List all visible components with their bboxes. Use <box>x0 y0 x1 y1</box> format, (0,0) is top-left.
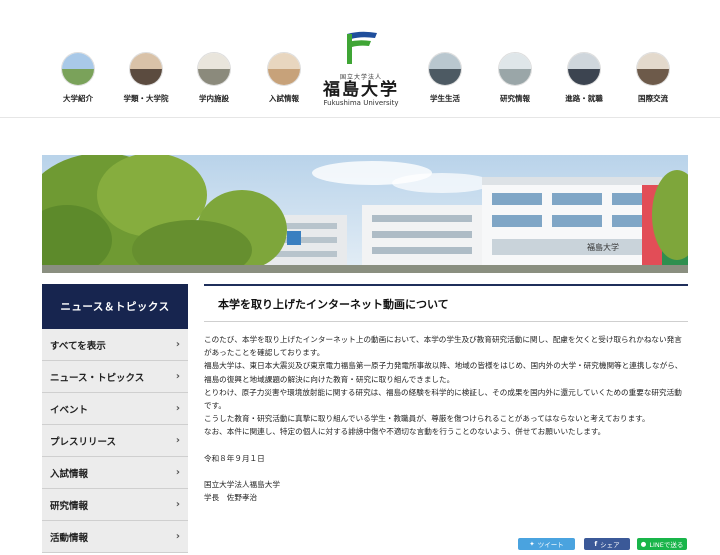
facebook-share-label: シェア <box>600 541 620 549</box>
chevron-right-icon: › <box>175 531 180 542</box>
site-header: 大学紹介 学類・大学院 学内施設 入試情報 国立大学法人 福島大学 Fukush… <box>0 0 720 118</box>
nav-label: 研究情報 <box>500 94 530 103</box>
logo-title: 福島大学 <box>323 80 399 100</box>
hero-campus-image: 福島大学 <box>42 155 688 273</box>
chevron-right-icon: › <box>175 467 180 478</box>
nav-item-facilities[interactable]: 学内施設 <box>176 52 252 104</box>
chevron-right-icon: › <box>175 435 180 446</box>
nav-label: 大学紹介 <box>63 94 93 103</box>
nav-item-about[interactable]: 大学紹介 <box>40 52 116 104</box>
sidebar-item-activities[interactable]: 活動情報 › <box>42 521 188 553</box>
university-logo[interactable]: 国立大学法人 福島大学 Fukushima University <box>312 30 410 112</box>
student-life-photo-icon <box>428 52 462 86</box>
nav-label: 進路・就職 <box>565 94 603 103</box>
nav-label: 入試情報 <box>269 94 299 103</box>
signature-name: 学長 佐野孝治 <box>204 493 258 503</box>
article-paragraph: このたび、本学を取り上げたインターネット上の動画において、本学の学生及び教育研究… <box>204 335 682 358</box>
chevron-right-icon: › <box>175 371 180 382</box>
facebook-share-button[interactable]: f シェア <box>584 538 630 550</box>
hero-signage: 福島大学 <box>587 242 619 252</box>
article-body: このたび、本学を取り上げたインターネット上の動画において、本学の学生及び教育研究… <box>204 322 688 504</box>
nav-label: 学生生活 <box>430 94 460 103</box>
nav-label: 学類・大学院 <box>123 94 169 103</box>
sidebar-item-label: 活動情報 <box>50 532 89 544</box>
nav-item-faculties[interactable]: 学類・大学院 <box>108 52 184 104</box>
sidebar-item-label: 入試情報 <box>50 468 89 480</box>
sidebar: ニュース＆トピックス すべてを表示 › ニュース・トピックス › イベント › … <box>42 284 188 553</box>
article-paragraph: こうした教育・研究活動に真摯に取り組んでいる学生・教職員が、尊厳を傷つけられるこ… <box>204 414 650 424</box>
chevron-right-icon: › <box>175 339 180 350</box>
sidebar-item-label: プレスリリース <box>50 436 117 448</box>
sidebar-item-label: 研究情報 <box>50 500 89 512</box>
nav-item-research[interactable]: 研究情報 <box>477 52 553 104</box>
sidebar-item-label: すべてを表示 <box>50 340 106 352</box>
nav-item-admissions[interactable]: 入試情報 <box>246 52 322 104</box>
sidebar-item-label: イベント <box>50 404 89 416</box>
nav-item-career[interactable]: 進路・就職 <box>546 52 622 104</box>
sidebar-item-all[interactable]: すべてを表示 › <box>42 329 188 361</box>
article-title-bar: 本学を取り上げたインターネット動画について <box>204 284 688 322</box>
nav-item-international[interactable]: 国際交流 <box>615 52 691 104</box>
sidebar-item-label: ニュース・トピックス <box>50 372 145 384</box>
sidebar-title: ニュース＆トピックス <box>42 284 188 329</box>
career-photo-icon <box>567 52 601 86</box>
nav-label: 国際交流 <box>638 94 668 103</box>
logo-english: Fukushima University <box>323 99 399 107</box>
sidebar-item-press-release[interactable]: プレスリリース › <box>42 425 188 457</box>
international-photo-icon <box>636 52 670 86</box>
article: 本学を取り上げたインターネット動画について このたび、本学を取り上げたインターネ… <box>204 284 688 504</box>
article-paragraph: 福島大学は、東日本大震災及び東京電力福島第一原子力発電所事故以降、地域の皆様をは… <box>204 361 683 384</box>
sidebar-item-news-topics[interactable]: ニュース・トピックス › <box>42 361 188 393</box>
campus-photo-icon <box>61 52 95 86</box>
facebook-icon: f <box>594 540 598 548</box>
exam-photo-icon <box>267 52 301 86</box>
nav-label: 学内施設 <box>199 94 229 103</box>
tweet-button[interactable]: ✦ ツイート <box>518 538 575 550</box>
tweet-label: ツイート <box>537 541 564 549</box>
research-photo-icon <box>498 52 532 86</box>
line-icon: ● <box>640 540 647 548</box>
sidebar-item-research[interactable]: 研究情報 › <box>42 489 188 521</box>
twitter-bird-icon: ✦ <box>529 540 535 548</box>
chevron-right-icon: › <box>175 403 180 414</box>
students-photo-icon <box>129 52 163 86</box>
chevron-right-icon: › <box>175 499 180 510</box>
signature-organization: 国立大学法人福島大学 <box>204 479 280 489</box>
line-share-label: LINEで送る <box>649 541 684 549</box>
facility-photo-icon <box>197 52 231 86</box>
sidebar-item-admissions[interactable]: 入試情報 › <box>42 457 188 489</box>
article-title: 本学を取り上げたインターネット動画について <box>218 297 449 311</box>
article-date: 令和８年９月１日 <box>204 453 265 463</box>
nav-item-student-life[interactable]: 学生生活 <box>407 52 483 104</box>
article-paragraph: なお、本件に関連し、特定の個人に対する誹謗中傷や不適切な言動を行うことのないよう… <box>204 427 606 437</box>
sidebar-item-events[interactable]: イベント › <box>42 393 188 425</box>
line-share-button[interactable]: ● LINEで送る <box>637 538 687 550</box>
article-paragraph: とりわけ、原子力災害や環境放射能に関する研究は、福島の経験を科学的に検証し、その… <box>204 387 682 411</box>
logo-mark-icon <box>347 31 377 64</box>
